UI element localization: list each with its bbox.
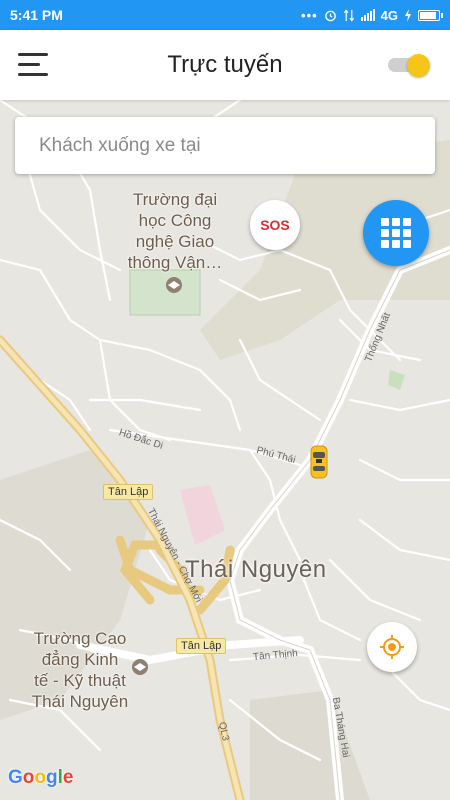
dropoff-search-box[interactable] <box>15 117 435 174</box>
status-time: 5:41 PM <box>10 7 63 23</box>
online-toggle[interactable] <box>388 54 430 77</box>
my-location-icon <box>380 635 404 659</box>
hamburger-menu-icon[interactable] <box>18 53 50 77</box>
route-shield-tan-lap-2: Tân Lập <box>176 638 227 654</box>
charging-icon <box>405 8 411 22</box>
status-icons: ••• 4G <box>301 7 443 23</box>
college-line-3: tế - Kỹ thuật <box>34 671 126 690</box>
toggle-knob <box>407 54 430 77</box>
page-title: Trực tuyến <box>167 51 283 78</box>
google-logo: Google <box>8 767 74 788</box>
university-line-1: Trường đại <box>132 190 218 209</box>
university-line-4: thông Vận… <box>127 253 223 272</box>
university-line-2: học Công <box>138 211 212 230</box>
taxi-car-icon <box>310 445 328 479</box>
route-shield-tan-lap-1: Tân Lập <box>103 484 154 500</box>
data-arrows-icon <box>343 8 354 22</box>
app-header: Trực tuyến <box>0 30 450 100</box>
sos-button[interactable]: SOS <box>250 200 300 250</box>
my-location-button[interactable] <box>367 622 417 672</box>
signal-icon <box>360 9 375 21</box>
university-poi-icon <box>166 277 182 293</box>
college-line-2: đẳng Kinh <box>41 650 119 669</box>
university-label: Trường đại học Công nghệ Giao thông Vận… <box>115 189 235 273</box>
alarm-icon <box>324 10 336 21</box>
sos-label: SOS <box>260 217 290 233</box>
college-line-1: Trường Cao <box>33 629 127 648</box>
college-line-4: Thái Nguyên <box>31 692 129 711</box>
battery-icon <box>418 9 443 21</box>
grid-apps-button[interactable] <box>363 200 429 266</box>
more-dots-icon: ••• <box>301 7 318 23</box>
network-type: 4G <box>380 7 398 23</box>
status-bar: 5:41 PM ••• 4G <box>0 0 450 30</box>
university-line-3: nghệ Giao <box>135 232 215 251</box>
city-label: Thái Nguyên <box>185 556 327 583</box>
college-label: Trường Cao đẳng Kinh tế - Kỹ thuật Thái … <box>20 628 140 712</box>
dropoff-input[interactable] <box>39 134 411 157</box>
